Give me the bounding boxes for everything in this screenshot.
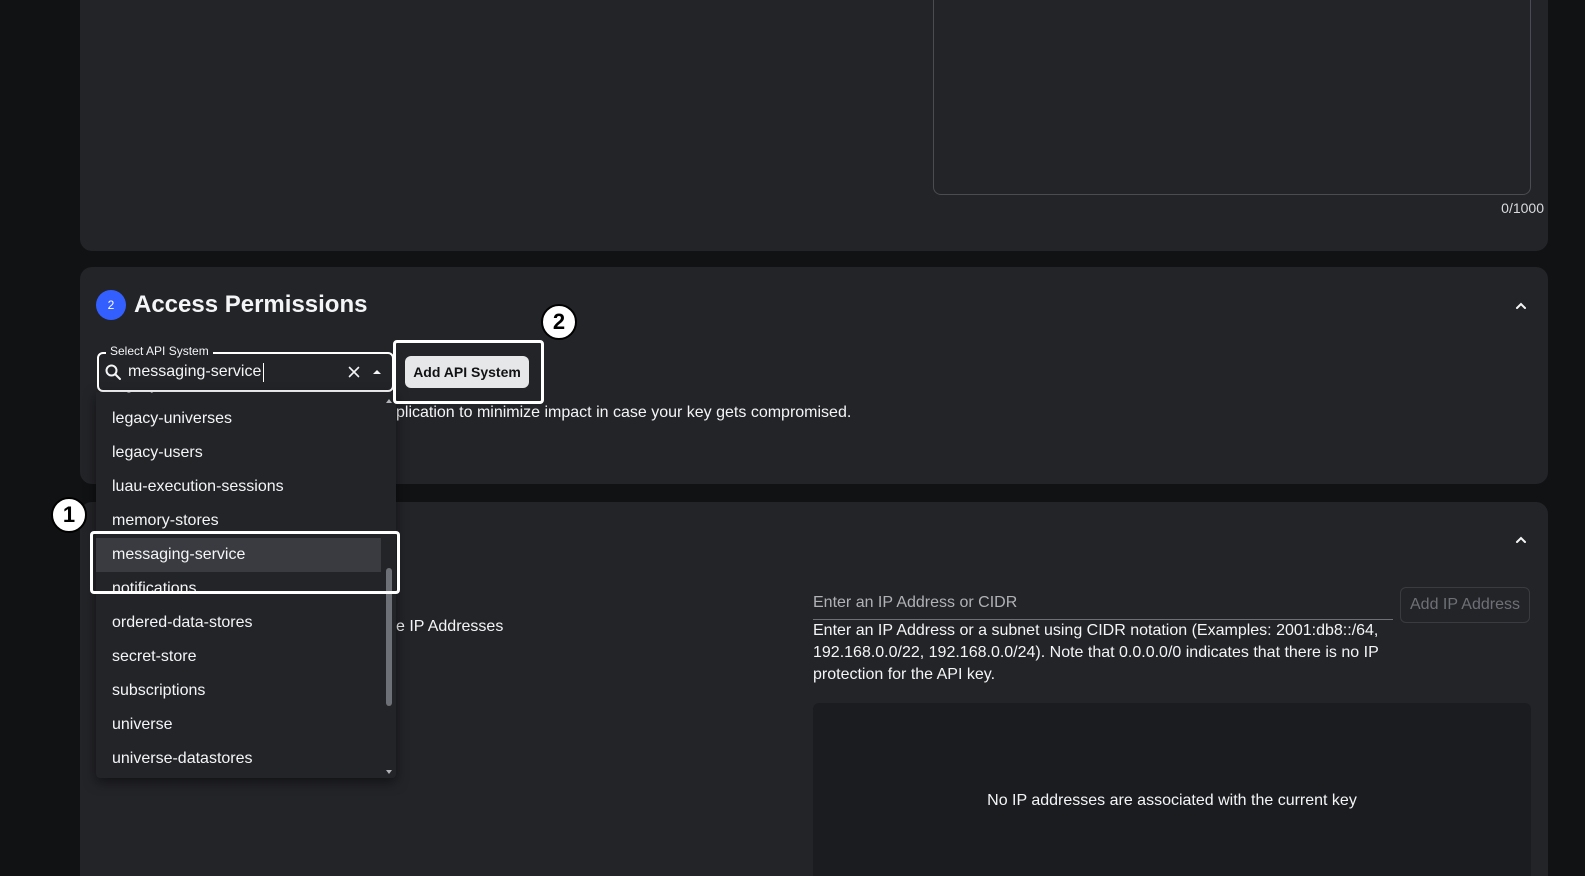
scroll-arrow-down-icon[interactable] <box>384 764 394 774</box>
description-char-count: 0/1000 <box>1501 200 1544 216</box>
dropdown-option[interactable]: secret-store <box>96 640 381 674</box>
dropdown-option[interactable]: universe-datastores <box>96 742 381 776</box>
annotation-marker-2: 2 <box>541 304 577 340</box>
page: 0/1000 2 Access Permissions plication to… <box>0 0 1585 876</box>
api-system-search-input[interactable]: messaging-service <box>128 362 261 382</box>
dropdown-toggle-icon[interactable] <box>369 364 385 380</box>
access-helper-text: plication to minimize impact in case you… <box>396 404 852 421</box>
text-caret <box>263 363 264 382</box>
description-textarea[interactable] <box>933 0 1531 195</box>
section-title-access-permissions: Access Permissions <box>134 291 368 318</box>
add-ip-address-button[interactable]: Add IP Address <box>1400 587 1530 623</box>
step-badge: 2 <box>96 290 126 320</box>
chevron-up-icon[interactable] <box>1511 530 1531 550</box>
annotation-box-1 <box>90 531 400 594</box>
ip-section-label: e IP Addresses <box>396 618 504 635</box>
annotation-box-2 <box>393 340 544 404</box>
chevron-up-icon[interactable] <box>1511 296 1531 316</box>
ip-empty-message: No IP addresses are associated with the … <box>987 792 1357 809</box>
dropdown-option[interactable]: legacy-users <box>96 436 381 470</box>
search-icon <box>104 363 122 381</box>
dropdown-option[interactable]: legacy-universes <box>96 402 381 436</box>
api-system-select-label: Select API System <box>106 344 213 358</box>
dropdown-option[interactable]: luau-execution-sessions <box>96 470 381 504</box>
ip-address-input[interactable] <box>813 586 1393 620</box>
dropdown-option[interactable]: ordered-data-stores <box>96 606 381 640</box>
dropdown-option[interactable]: legacy-team-collaborations <box>96 392 381 402</box>
clear-icon[interactable] <box>346 364 362 380</box>
ip-list-panel <box>813 703 1531 876</box>
dropdown-option[interactable]: universe <box>96 708 381 742</box>
annotation-marker-1: 1 <box>51 497 87 533</box>
dropdown-option[interactable]: subscriptions <box>96 674 381 708</box>
ip-help-text: Enter an IP Address or a subnet using CI… <box>813 622 1379 683</box>
